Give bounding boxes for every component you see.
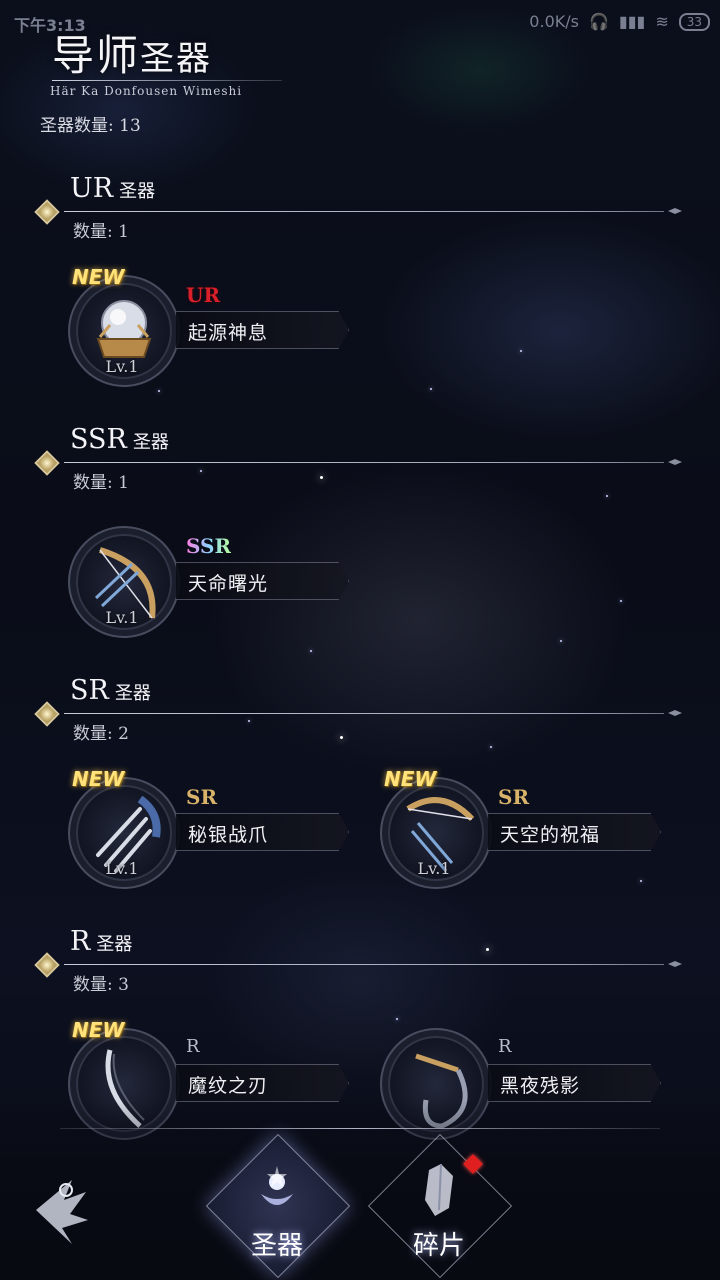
title-divider [52, 80, 282, 81]
rarity-label: UR [186, 283, 221, 307]
page-subtitle: Här Ka Donfousen Wimeshi [50, 84, 243, 98]
section-title: SSR 圣器 [70, 424, 169, 455]
section-count: 数量: 1 [73, 473, 129, 493]
new-badge: NEW [72, 767, 125, 791]
signal-icon: ▮▮▮ [618, 12, 646, 31]
tab-label: 圣器 [250, 1231, 303, 1261]
artifact-name-plate: 魔纹之刃 [176, 1064, 349, 1102]
wifi-icon: ≋ [655, 12, 669, 31]
section-diamond-icon [34, 952, 60, 978]
section-divider [64, 462, 664, 463]
artifact-level: Lv.1 [417, 859, 451, 878]
new-badge: NEW [72, 265, 125, 289]
artifact-name: 黑夜残影 [500, 1075, 581, 1097]
bottom-fade [0, 1100, 720, 1280]
section-diamond-icon [34, 199, 60, 225]
section-diamond-icon [34, 450, 60, 476]
section-count: 数量: 3 [73, 975, 129, 995]
rarity-label: SSR [186, 534, 232, 558]
artifact-card-origin-breath[interactable]: Lv.1 NEW UR 起源神息 [68, 265, 358, 387]
section-divider [64, 713, 664, 714]
section-divider [64, 211, 664, 212]
section-count: 数量: 2 [73, 724, 129, 744]
artifact-card-mithril-claw[interactable]: Lv.1 NEW SR 秘银战爪 [68, 767, 358, 889]
back-button[interactable] [26, 1170, 96, 1250]
headphone-icon: 🎧 [588, 12, 609, 31]
section-title: UR 圣器 [70, 173, 156, 204]
section-diamond-icon [34, 701, 60, 727]
section-divider [64, 964, 664, 965]
artifact-name: 天命曙光 [188, 573, 269, 595]
battery-icon: 33 [678, 12, 710, 31]
feather-wing-back-icon [36, 1180, 88, 1244]
artifact-level: Lv.1 [105, 608, 139, 627]
section-title: R 圣器 [70, 926, 133, 957]
artifact-card-destiny-dawn[interactable]: Lv.1 SSR 天命曙光 [68, 516, 358, 638]
rarity-label: R [498, 1036, 512, 1057]
page-title-main: 导师 [52, 31, 141, 80]
new-badge: NEW [72, 1018, 125, 1042]
crest-icon [261, 1166, 293, 1205]
artifact-name: 秘银战爪 [188, 824, 269, 846]
artifact-name-plate: 天空的祝福 [488, 813, 661, 851]
artifact-name: 起源神息 [188, 322, 269, 344]
network-speed: 0.0K/s [529, 12, 579, 31]
artifact-name-plate: 天命曙光 [176, 562, 349, 600]
artifact-name: 天空的祝福 [500, 824, 601, 846]
rarity-label: SR [186, 785, 218, 809]
artifact-name: 魔纹之刃 [188, 1075, 269, 1097]
tab-label: 碎片 [412, 1231, 465, 1261]
artifact-card-sky-blessing[interactable]: Lv.1 NEW SR 天空的祝福 [380, 767, 670, 889]
nav-divider [60, 1128, 660, 1129]
artifact-name-plate: 黑夜残影 [488, 1064, 661, 1102]
page-title: 导师圣器 [52, 22, 212, 83]
rarity-label: R [186, 1036, 200, 1057]
artifact-name-plate: 秘银战爪 [176, 813, 349, 851]
new-badge: NEW [384, 767, 437, 791]
artifact-name-plate: 起源神息 [176, 311, 349, 349]
total-artifact-count: 圣器数量: 13 [40, 116, 141, 136]
tab-fragments[interactable]: 碎片 [367, 1133, 513, 1279]
artifact-level: Lv.1 [105, 357, 139, 376]
artifact-level: Lv.1 [105, 859, 139, 878]
crystal-shard-icon [425, 1163, 453, 1216]
page-title-sub: 圣器 [140, 39, 213, 79]
tab-artifacts[interactable]: 圣器 [205, 1133, 351, 1279]
section-count: 数量: 1 [73, 222, 129, 242]
rarity-label: SR [498, 785, 530, 809]
section-title: SR 圣器 [70, 675, 151, 706]
